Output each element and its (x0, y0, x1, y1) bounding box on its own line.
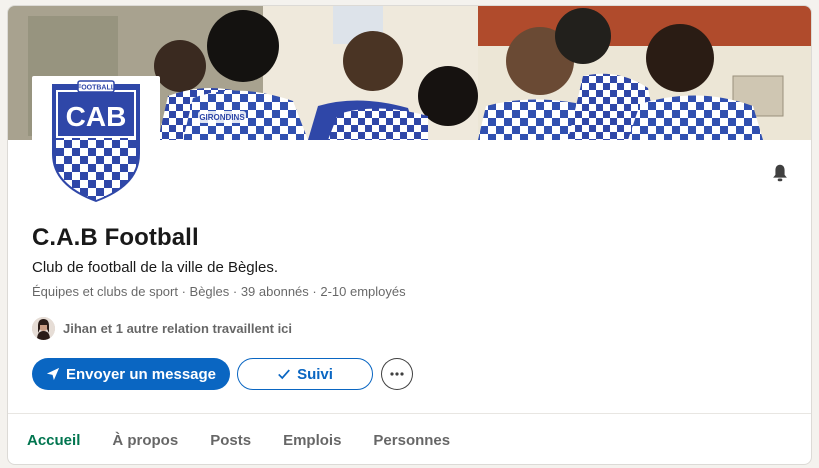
tab-personnes[interactable]: Personnes (357, 414, 466, 464)
connections-text: Jihan et 1 autre relation travaillent ic… (63, 320, 293, 336)
bell-icon[interactable] (767, 160, 793, 186)
connections-row[interactable]: Jihan et 1 autre relation travaillent ic… (32, 316, 292, 340)
company-meta: Équipes et clubs de sport · Bègles · 39 … (32, 284, 406, 299)
tab-accueil[interactable]: Accueil (8, 414, 96, 464)
company-tagline: Club de football de la ville de Bègles. (32, 259, 278, 276)
company-card: GIRONDINS FOOTBALL CAB C.A.B Football Cl… (7, 5, 812, 465)
checkmark-icon (278, 369, 290, 380)
company-logo: FOOTBALL CAB (32, 76, 160, 204)
tab-posts[interactable]: Posts (194, 414, 267, 464)
logo-football-text: FOOTBALL (77, 85, 116, 92)
ellipsis-icon (390, 372, 404, 376)
company-name: C.A.B Football (32, 224, 199, 251)
cover-sponsor-text: GIRONDINS (199, 113, 245, 122)
following-button[interactable]: Suivi (237, 358, 373, 390)
send-message-button[interactable]: Envoyer un message (32, 358, 230, 390)
more-options-button[interactable] (381, 358, 413, 390)
tab-a-propos[interactable]: À propos (96, 414, 194, 464)
send-message-label: Envoyer un message (65, 365, 217, 383)
send-icon (46, 367, 60, 381)
tab-emplois[interactable]: Emplois (267, 414, 357, 464)
company-tabs: Accueil À propos Posts Emplois Personnes (8, 414, 811, 464)
logo-monogram: CAB (66, 101, 127, 132)
avatar (32, 316, 55, 340)
following-label: Suivi (297, 365, 333, 383)
